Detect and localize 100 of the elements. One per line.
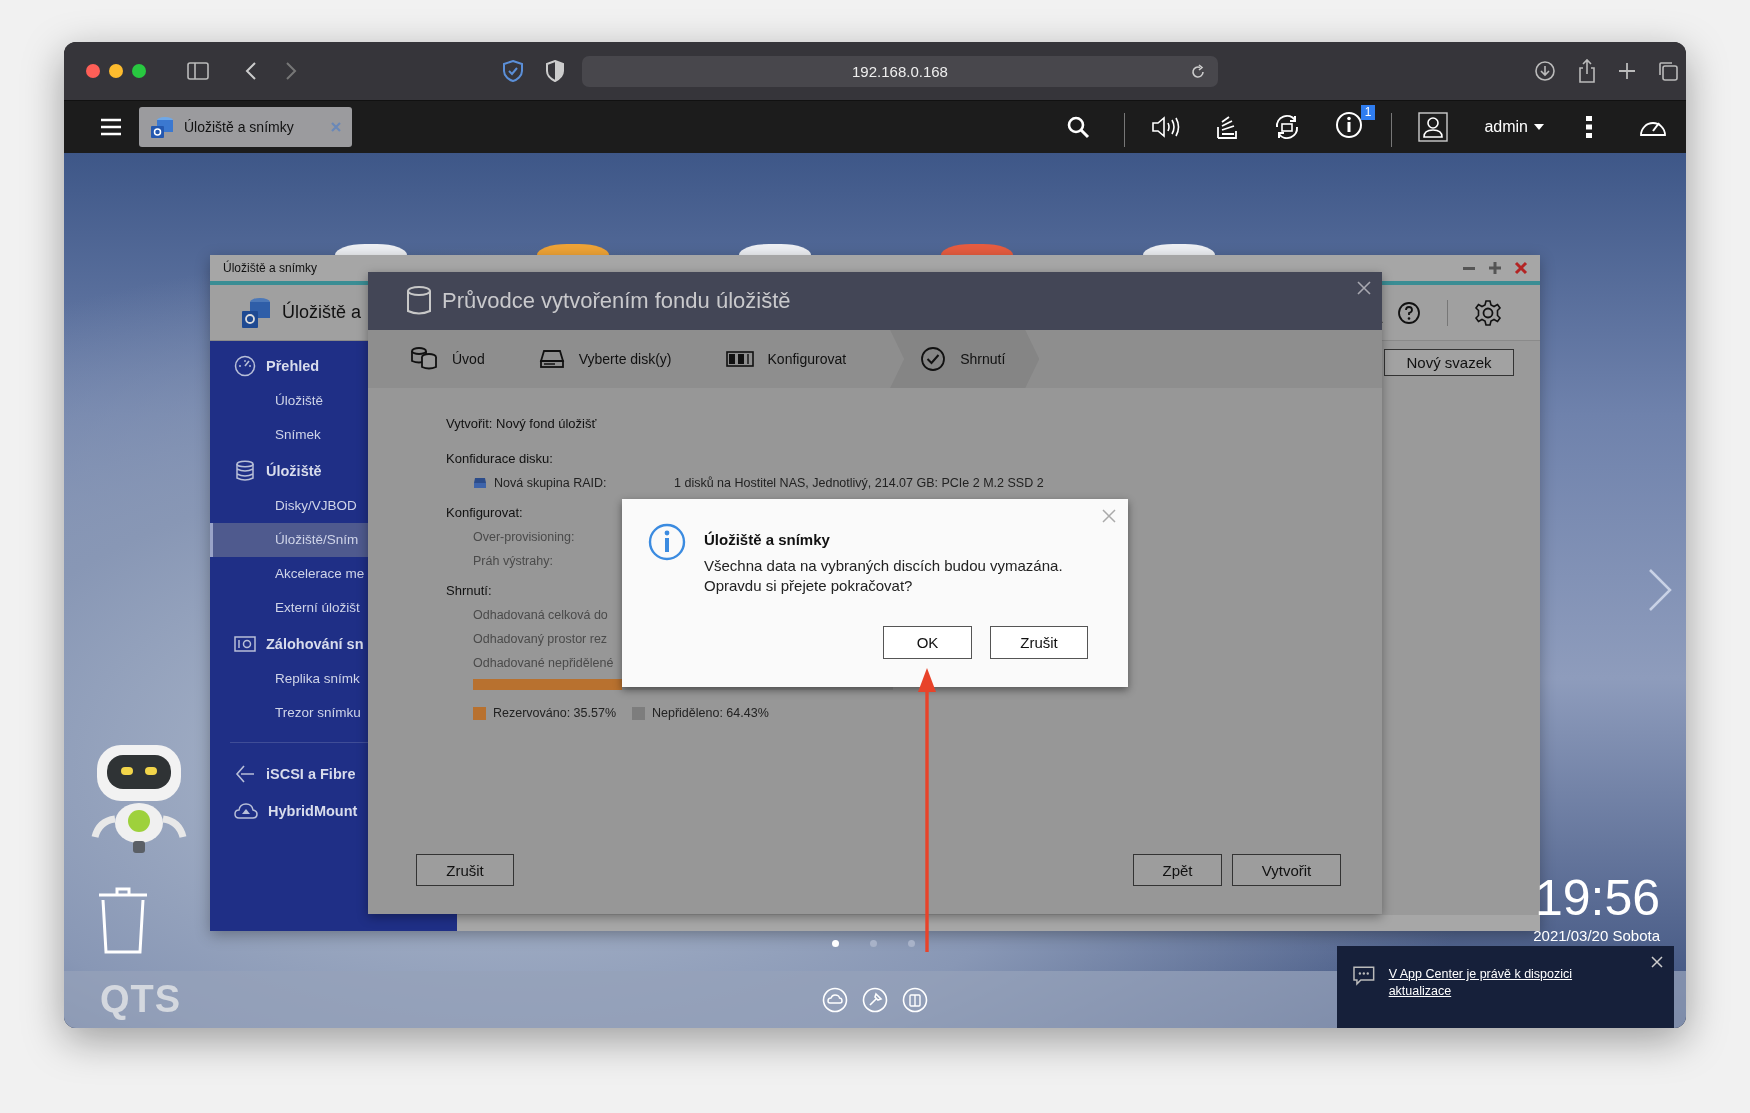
sidebar-group[interactable]: Přehled xyxy=(210,347,368,384)
update-link[interactable]: V App Center je právě k dispozici aktualizace xyxy=(1388,966,1634,1000)
back-button[interactable]: Zpět xyxy=(1133,854,1222,886)
address-bar[interactable]: 192.168.0.168 xyxy=(582,55,1218,87)
cylinder-icon xyxy=(406,286,432,316)
window-title: Úložiště a snímky xyxy=(223,261,318,275)
field-label: Práh výstrahy: xyxy=(473,554,553,568)
search-icon[interactable] xyxy=(1066,115,1091,139)
new-volume-button[interactable]: Nový svazek xyxy=(1384,349,1514,376)
drive-icon xyxy=(538,349,565,369)
field-label: Nová skupina RAID: xyxy=(494,476,608,490)
field-label: Odhadovaná celková do xyxy=(473,608,608,622)
storage-app-icon xyxy=(240,295,272,330)
disk-icon xyxy=(473,477,487,489)
message-icon xyxy=(1353,966,1375,986)
forward-icon[interactable] xyxy=(285,61,297,81)
caret-icon[interactable] xyxy=(1534,124,1544,130)
cloud-icon xyxy=(234,800,258,821)
field-label: Odhadované nepřidělené xyxy=(473,656,614,670)
info-icon[interactable] xyxy=(1335,111,1364,139)
desktop-app-icon[interactable] xyxy=(537,244,609,255)
sidebar-item[interactable]: Úložiště/Sním xyxy=(210,523,368,557)
columns-icon xyxy=(725,350,754,368)
database-icon xyxy=(234,459,256,482)
user-menu[interactable]: admin xyxy=(1464,118,1534,136)
back-icon[interactable] xyxy=(245,61,257,81)
sidebar-item[interactable]: Snímek xyxy=(210,418,368,452)
dialog-message: Opravdu si přejete pokračovat? xyxy=(704,576,914,596)
user-icon[interactable] xyxy=(1418,112,1449,142)
summary-heading: Vytvořit: Nový fond úložišť xyxy=(446,415,597,433)
sidebar-icon[interactable] xyxy=(187,62,209,80)
page-dot[interactable] xyxy=(908,940,915,947)
page-dot[interactable] xyxy=(832,940,839,947)
disks-icon xyxy=(410,346,438,372)
field-label: Odhadovaný prostor rez xyxy=(473,632,608,646)
sidebar-group[interactable]: Zálohování sn xyxy=(210,625,368,662)
storage-app-icon xyxy=(149,114,175,140)
share-icon[interactable] xyxy=(1577,58,1597,84)
camera-box-icon xyxy=(234,634,256,653)
page-dot[interactable] xyxy=(870,940,877,947)
sidebar-item[interactable]: Externí úložišt xyxy=(210,591,368,625)
shield-icon[interactable] xyxy=(545,60,565,82)
wizard-step[interactable]: Konfigurovat xyxy=(725,330,867,388)
wizard-step[interactable]: Vyberte disk(y) xyxy=(538,330,692,388)
sidebar-group[interactable]: iSCSI a Fibre xyxy=(210,755,368,792)
shield-check-icon[interactable] xyxy=(502,59,524,83)
clock-date: 2021/03/20 Sobota xyxy=(1533,927,1660,944)
app-tab[interactable]: Úložiště a snímky xyxy=(139,107,352,147)
menu-icon[interactable] xyxy=(100,118,122,136)
book-icon[interactable] xyxy=(901,986,928,1013)
cloud-sync-icon[interactable] xyxy=(821,986,848,1013)
field-value: 1 disků na Hostitel NAS, Jednotlivý, 214.07 GB: PCIe 2 M.2 SSD 2 xyxy=(674,476,1044,490)
maximize-icon[interactable] xyxy=(1488,261,1502,275)
sidebar-group[interactable]: Úložiště xyxy=(210,452,368,489)
logo: QTS xyxy=(100,978,182,1021)
sidebar-item[interactable]: Úložiště xyxy=(210,384,368,418)
help-icon[interactable] xyxy=(1397,300,1421,325)
sidebar-group[interactable]: HybridMount xyxy=(210,792,368,829)
desktop-app-icon[interactable] xyxy=(739,244,811,255)
section-title: Shrnutí: xyxy=(446,582,492,600)
url-text: 192.168.0.168 xyxy=(852,62,948,80)
dialog-message: Všechna data na vybraných discích budou vymazána. xyxy=(704,556,1063,576)
app-title: Úložiště a xyxy=(282,302,362,323)
check-circle-icon xyxy=(920,346,947,372)
wizard-step[interactable]: Shrnutí xyxy=(890,330,1040,388)
ok-button[interactable]: OK xyxy=(883,626,972,659)
close-window-button[interactable] xyxy=(86,64,100,78)
info-icon xyxy=(648,523,686,561)
reload-icon[interactable] xyxy=(1190,63,1206,80)
tabs-overview-icon[interactable] xyxy=(1657,60,1679,82)
more-icon[interactable] xyxy=(1586,116,1592,138)
notification-badge: 1 xyxy=(1360,105,1376,120)
clock-time: 19:56 xyxy=(1534,871,1660,925)
sidebar-item[interactable]: Trezor snímku xyxy=(210,696,368,730)
legend-label: Rezervováno: 35.57% xyxy=(493,706,616,720)
desktop-app-icon[interactable] xyxy=(335,244,407,255)
minimize-window-button[interactable] xyxy=(109,64,123,78)
wizard-step[interactable]: Úvod xyxy=(410,330,505,388)
create-button[interactable]: Vytvořit xyxy=(1232,854,1341,886)
download-icon[interactable] xyxy=(1534,60,1556,82)
trash-icon[interactable] xyxy=(97,886,149,956)
tools-icon[interactable] xyxy=(861,986,888,1013)
new-tab-icon[interactable] xyxy=(1618,62,1636,80)
cancel-button[interactable]: Zrušit xyxy=(416,854,514,886)
gauge-icon xyxy=(234,354,256,377)
zoom-window-button[interactable] xyxy=(132,64,146,78)
section-title: Konfigurovat: xyxy=(446,504,523,522)
settings-icon[interactable] xyxy=(1474,298,1502,327)
cancel-button[interactable]: Zrušit xyxy=(990,626,1088,659)
dialog-title: Úložiště a snímky xyxy=(704,531,831,548)
sidebar-item[interactable]: Replika snímk xyxy=(210,662,368,696)
legend-label: Nepřiděleno: 64.43% xyxy=(652,706,769,720)
stack-icon[interactable] xyxy=(1215,114,1240,140)
speaker-icon[interactable] xyxy=(1151,115,1182,139)
section-title: Konfidurace disku: xyxy=(446,450,553,468)
desktop-app-icon[interactable] xyxy=(1143,244,1215,255)
sidebar-item[interactable]: Disky/VJBOD xyxy=(210,489,368,523)
wizard-title: Průvodce vytvořením fondu úložiště xyxy=(442,288,791,314)
field-label: Over-provisioning: xyxy=(473,530,575,544)
sidebar-item[interactable]: Akcelerace me xyxy=(210,557,368,591)
